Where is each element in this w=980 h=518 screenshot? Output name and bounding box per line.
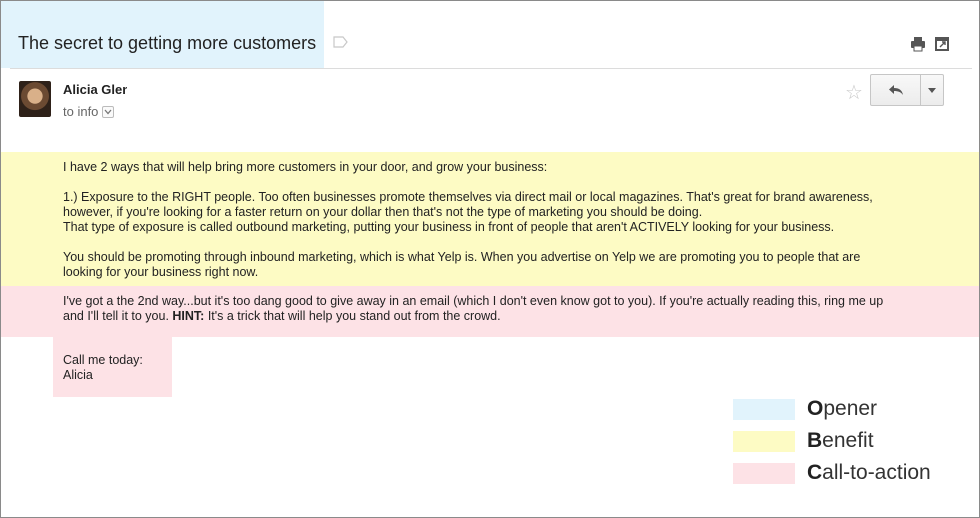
reply-button[interactable] <box>871 75 921 105</box>
hint-label: HINT: <box>172 309 205 323</box>
cta-text-a: and I'll tell it to you. <box>63 309 173 323</box>
legend-item-benefit: Benefit <box>733 425 931 457</box>
reply-button-group <box>870 74 944 106</box>
legend-label: pener <box>823 397 878 420</box>
body-inbound-line1: You should be promoting through inbound … <box>63 250 861 264</box>
legend-label: all-to-action <box>822 461 931 484</box>
body-cta-line1: I've got a the 2nd way...but it's too da… <box>63 294 884 308</box>
legend-initial: B <box>807 429 823 452</box>
body-inbound-line2: looking for your business right now. <box>63 265 259 279</box>
legend-item-opener: Opener <box>733 393 931 425</box>
legend-swatch <box>733 462 795 484</box>
dropdown-caret-icon <box>928 87 936 93</box>
sender-name[interactable]: Alicia Glen <box>63 82 127 97</box>
legend-swatch <box>733 398 795 420</box>
body-point1-line3: That type of exposure is called outbound… <box>63 220 835 234</box>
chevron-down-icon[interactable] <box>102 105 115 118</box>
legend: Opener Benefit Call-to-action <box>733 393 931 489</box>
header-divider <box>10 68 972 69</box>
cta-text-b: It's a trick that will help you stand ou… <box>204 309 501 323</box>
opener-highlight: The secret to getting more customers <box>1 1 324 68</box>
more-options-button[interactable] <box>921 75 943 105</box>
body-point1-line2: however, if you're looking for a faster … <box>63 205 703 219</box>
legend-label: enefit <box>822 429 874 452</box>
signature: Alicia <box>63 368 93 382</box>
avatar[interactable] <box>19 81 51 117</box>
recipient-label: to info <box>63 104 99 119</box>
header-actions <box>910 36 950 52</box>
email-subject: The secret to getting more customers <box>18 33 317 53</box>
signoff: Call me today: <box>63 353 143 367</box>
body-point1-line1: 1.) Exposure to the RIGHT people. Too of… <box>63 190 873 204</box>
recipient-line: to info <box>63 104 115 119</box>
label-icon[interactable] <box>333 36 348 48</box>
legend-initial: C <box>807 461 823 484</box>
legend-initial: O <box>807 397 824 420</box>
print-icon[interactable] <box>910 36 926 52</box>
reply-icon <box>888 85 903 95</box>
legend-swatch <box>733 430 795 452</box>
body-intro: I have 2 ways that will help bring more … <box>63 160 548 174</box>
body-cta-line2: and I'll tell it to you. HINT: It's a tr… <box>63 309 501 324</box>
legend-item-call-to-action: Call-to-action <box>733 457 931 489</box>
new-window-icon[interactable] <box>934 36 950 52</box>
star-icon[interactable]: ☆ <box>845 80 863 105</box>
